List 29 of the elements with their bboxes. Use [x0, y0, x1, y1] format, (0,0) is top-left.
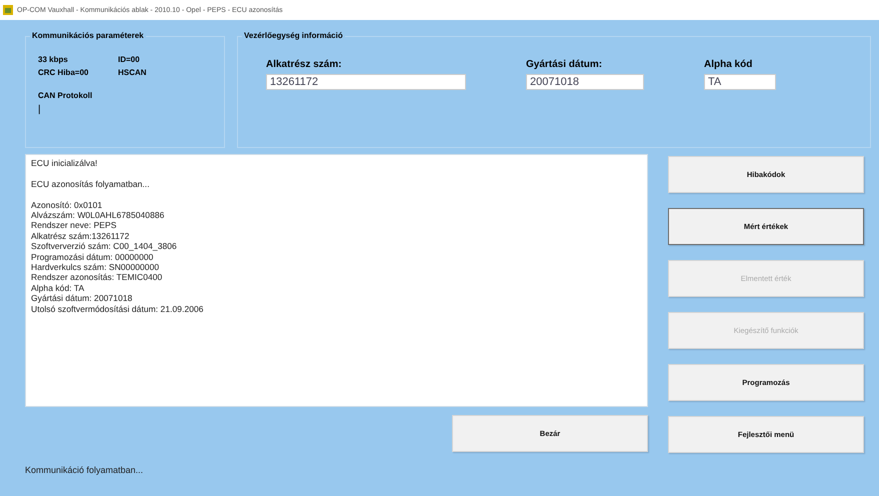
parameter-label: ID=00	[118, 55, 141, 64]
log-line: ECU inicializálva!	[31, 158, 98, 168]
log-line: Rendszer azonosítás: TEMIC0400	[31, 272, 164, 283]
log-line: ECU azonosítás folyamatban...	[31, 178, 150, 190]
log-line: Hardverkulcs szám: SN00000000	[31, 262, 160, 272]
field-label: Alpha kód	[704, 59, 754, 70]
log-line: Programozási dátum: 00000000	[31, 252, 154, 262]
parameter-label: 33 kbps	[38, 55, 69, 64]
log-line: Alvázszám: W0L0AHL6785040886	[31, 210, 166, 220]
app-icon	[3, 5, 13, 15]
log-line: Alpha kód: TA	[31, 282, 86, 294]
log-line: Rendszer neve: PEPS	[31, 220, 118, 231]
log-line: Gyártási dátum: 20071018	[31, 293, 134, 304]
log-line: Szoftververzió szám: C00_1404_3806	[31, 241, 178, 252]
log-line: Azonosító: 0x0101	[31, 200, 104, 210]
input-field[interactable]: 13261172	[266, 74, 466, 90]
status-text: Kommunikáció folyamatban...	[25, 465, 144, 475]
panel-title: Kommunikációs paraméterek	[30, 31, 146, 40]
protocol-label: CAN Protokoll	[38, 91, 94, 100]
parameter-label: CRC Hiba=00	[38, 68, 90, 77]
field-label: Alkatrész szám:	[266, 59, 343, 70]
input-field[interactable]: TA	[704, 74, 776, 90]
field-label: Gyártási dátum:	[526, 59, 604, 70]
log-line: Utolsó szoftvermódosítási dátum: 21.09.2006	[31, 304, 204, 314]
protocol-value: |	[38, 104, 41, 115]
parameter-label: HSCAN	[118, 68, 148, 77]
input-field[interactable]: 20071018	[526, 74, 644, 90]
log-line: Alkatrész szám:13261172	[31, 230, 130, 242]
panel-title: Vezérlőegység információ	[242, 31, 345, 40]
